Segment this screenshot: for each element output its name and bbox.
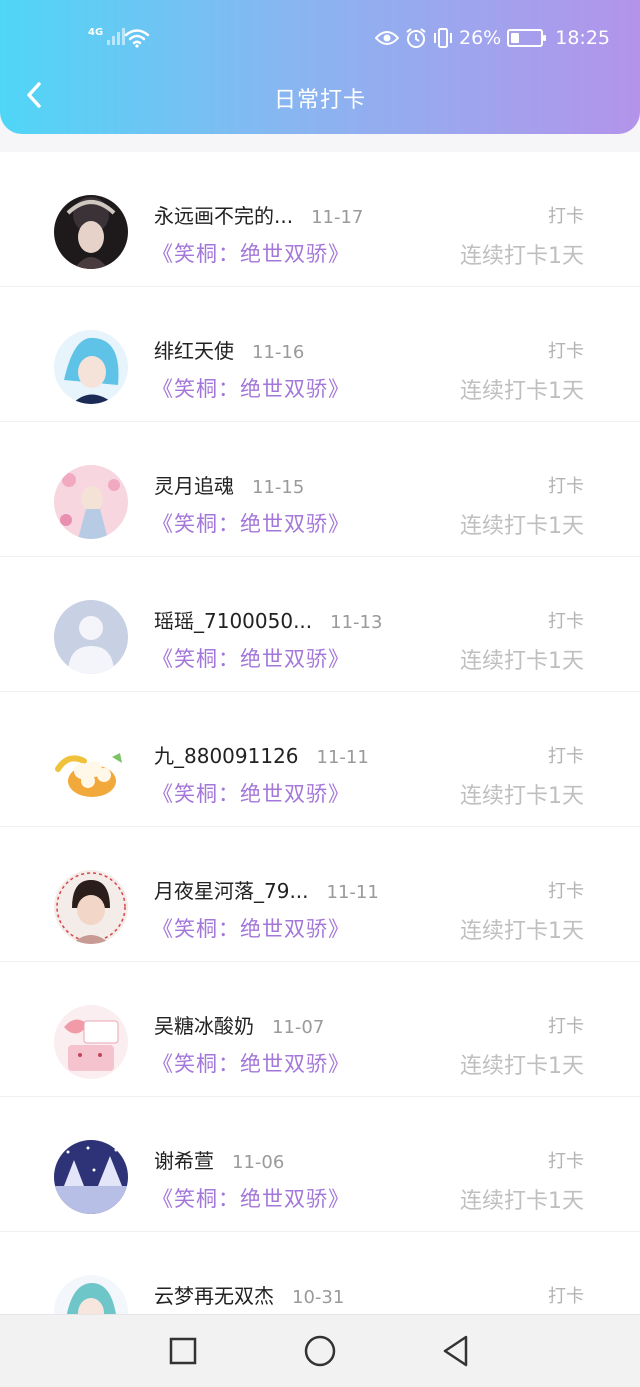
back-nav-button[interactable] [437, 1333, 473, 1369]
book-title[interactable]: 《笑桐：绝世双骄》 [152, 373, 350, 403]
header-bar: 4G 26% 18:25 日常打卡 [0, 0, 640, 134]
streak-text: 连续打卡1天 [460, 1189, 584, 1214]
circle-home-icon [304, 1335, 336, 1367]
vibrate-icon [434, 28, 452, 48]
checkin-date: 11-17 [311, 207, 364, 228]
checkin-tag: 打卡 [548, 881, 584, 902]
checkin-date: 11-07 [272, 1017, 325, 1038]
user-name[interactable]: 九_880091126 [154, 740, 299, 769]
checkin-date: 11-11 [326, 882, 379, 903]
streak-text: 连续打卡1天 [460, 514, 584, 539]
wifi-icon [124, 29, 150, 48]
user-name[interactable]: 云梦再无双杰 [154, 1280, 274, 1309]
checkin-tag: 打卡 [548, 1286, 584, 1307]
checkin-date: 11-06 [232, 1152, 285, 1173]
clock-time: 18:25 [555, 27, 610, 49]
list-item[interactable]: 月夜星河落_79... 11-11 《笑桐：绝世双骄》 打卡连续打卡1天 [0, 827, 640, 962]
streak-text: 连续打卡1天 [460, 784, 584, 809]
checkin-list[interactable]: 永远画不完的... 11-17 《笑桐：绝世双骄》 打卡 连续打卡1天 绯红天使 11-16… [0, 152, 640, 1314]
name-line: 月夜星河落_79... 11-11 [154, 875, 379, 904]
streak-text: 连续打卡1天 [460, 244, 584, 269]
book-title[interactable]: 《笑桐：绝世双骄》 [152, 508, 350, 538]
list-item[interactable]: 绯红天使 11-16 《笑桐：绝世双骄》 打卡连续打卡1天 [0, 287, 640, 422]
streak-text: 连续打卡1天 [460, 919, 584, 944]
status-right: 26% 18:25 [375, 27, 610, 49]
avatar[interactable] [54, 735, 128, 809]
checkin-tag: 打卡 [548, 1151, 584, 1172]
system-nav-bar [0, 1314, 640, 1387]
user-name[interactable]: 永远画不完的... [154, 200, 293, 229]
recents-button[interactable] [165, 1333, 201, 1369]
avatar[interactable] [54, 195, 128, 269]
page-title: 日常打卡 [273, 88, 366, 113]
checkin-date: 11-15 [252, 477, 305, 498]
checkin-tag: 打卡 [548, 1016, 584, 1037]
name-line: 谢希萱 11-06 [154, 1145, 284, 1174]
name-line: 灵月追魂 11-15 [154, 470, 304, 499]
checkin-date: 11-16 [252, 342, 305, 363]
avatar[interactable] [54, 600, 128, 674]
name-line: 永远画不完的... 11-17 [154, 200, 363, 229]
user-name[interactable]: 绯红天使 [154, 335, 234, 364]
checkin-tag: 打卡 [548, 611, 584, 632]
avatar[interactable] [54, 1140, 128, 1214]
checkin-tag: 打卡 [548, 341, 584, 362]
name-line: 瑶瑶_7100050... 11-13 [154, 605, 382, 634]
book-title[interactable]: 《笑桐：绝世双骄》 [152, 913, 350, 943]
checkin-tag: 打卡 [548, 476, 584, 497]
list-item[interactable]: 吴糖冰酸奶 11-07 《笑桐：绝世双骄》 打卡连续打卡1天 [0, 962, 640, 1097]
name-line: 吴糖冰酸奶 11-07 [154, 1010, 324, 1039]
checkin-tag: 打卡 [548, 206, 584, 227]
list-item[interactable]: 永远画不完的... 11-17 《笑桐：绝世双骄》 打卡连续打卡1天 [0, 152, 640, 287]
streak-text: 连续打卡1天 [460, 649, 584, 674]
book-title[interactable]: 《笑桐：绝世双骄》 [152, 238, 350, 268]
checkin-date: 11-13 [330, 612, 383, 633]
battery-percent: 26% [459, 27, 502, 49]
avatar[interactable] [54, 330, 128, 404]
user-name[interactable]: 吴糖冰酸奶 [154, 1010, 254, 1039]
avatar[interactable] [54, 1275, 128, 1314]
list-item[interactable]: 灵月追魂 11-15 《笑桐：绝世双骄》 打卡连续打卡1天 [0, 422, 640, 557]
book-title[interactable]: 《笑桐：绝世双骄》 [152, 1183, 350, 1213]
square-recents-icon [169, 1337, 197, 1365]
name-line: 九_880091126 11-11 [154, 740, 369, 769]
user-name[interactable]: 灵月追魂 [154, 470, 234, 499]
status-bar: 4G 26% 18:25 [0, 0, 640, 80]
triangle-back-icon [443, 1335, 468, 1367]
checkin-tag: 打卡 [548, 746, 584, 767]
battery-icon [507, 29, 547, 47]
list-item[interactable]: 谢希萱 11-06 《笑桐：绝世双骄》 打卡连续打卡1天 [0, 1097, 640, 1232]
streak-text: 连续打卡1天 [460, 1054, 584, 1079]
name-line: 云梦再无双杰 10-31 [154, 1280, 344, 1309]
list-item[interactable]: 瑶瑶_7100050... 11-13 《笑桐：绝世双骄》 打卡连续打卡1天 [0, 557, 640, 692]
streak-text: 连续打卡1天 [460, 379, 584, 404]
avatar[interactable] [54, 870, 128, 944]
avatar[interactable] [54, 1005, 128, 1079]
user-name[interactable]: 瑶瑶_7100050... [154, 605, 312, 634]
eye-icon [375, 31, 399, 45]
list-item[interactable]: 云梦再无双杰 10-31 打卡 [0, 1232, 640, 1314]
list-item[interactable]: 九_880091126 11-11 《笑桐：绝世双骄》 打卡连续打卡1天 [0, 692, 640, 827]
user-name[interactable]: 月夜星河落_79... [154, 875, 309, 904]
checkin-date: 10-31 [292, 1287, 345, 1308]
signal-icon: 4G [88, 27, 126, 45]
home-button[interactable] [302, 1333, 338, 1369]
name-line: 绯红天使 11-16 [154, 335, 304, 364]
user-name[interactable]: 谢希萱 [154, 1145, 214, 1174]
avatar[interactable] [54, 465, 128, 539]
book-title[interactable]: 《笑桐：绝世双骄》 [152, 643, 350, 673]
network-type: 4G [88, 27, 104, 38]
checkin-date: 11-11 [316, 747, 369, 768]
book-title[interactable]: 《笑桐：绝世双骄》 [152, 778, 350, 808]
book-title[interactable]: 《笑桐：绝世双骄》 [152, 1048, 350, 1078]
alarm-icon [406, 28, 426, 48]
